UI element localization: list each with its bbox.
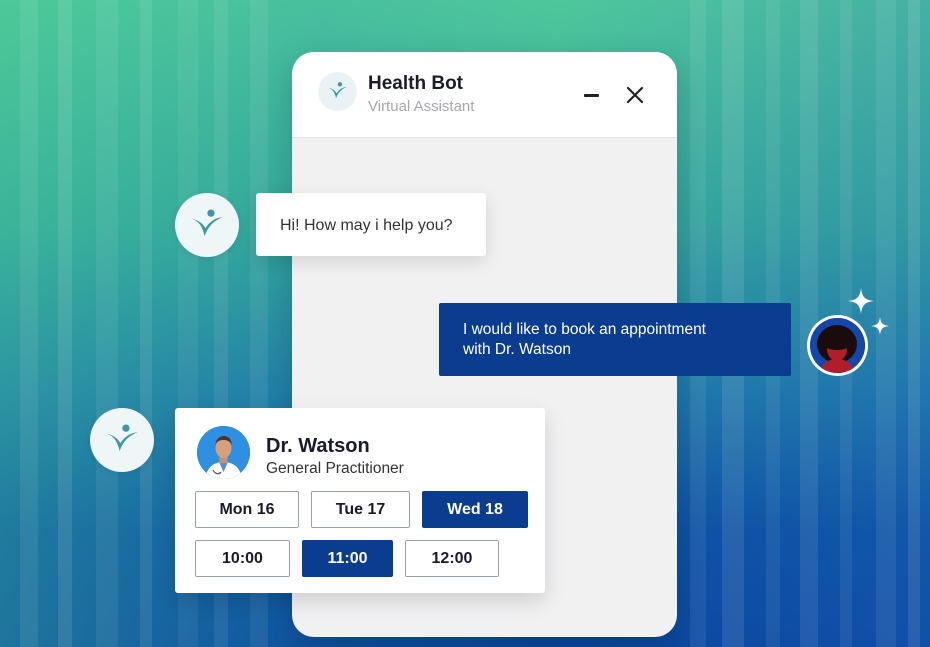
day-option-tue-17[interactable]: Tue 17	[311, 491, 410, 528]
user-message-line: I would like to book an appointment	[463, 321, 706, 338]
header-title: Health Bot	[368, 73, 463, 94]
bot-logo-icon	[318, 72, 357, 111]
doctor-photo	[197, 426, 250, 479]
day-option-wed-18[interactable]: Wed 18	[422, 491, 528, 528]
doctor-name: Dr. Watson	[266, 435, 370, 457]
sparkle-icon	[848, 288, 874, 314]
doctor-role: General Practitioner	[266, 460, 404, 477]
time-option-10-00[interactable]: 10:00	[195, 540, 290, 577]
day-option-mon-16[interactable]: Mon 16	[195, 491, 299, 528]
time-option-11-00[interactable]: 11:00	[302, 540, 393, 577]
close-icon[interactable]	[625, 85, 645, 105]
chat-header: Health Bot Virtual Assistant	[292, 52, 677, 138]
bot-avatar-icon	[175, 193, 239, 257]
sparkle-icon	[871, 317, 889, 335]
user-message-line: with Dr. Watson	[463, 341, 571, 358]
bot-greeting-message: Hi! How may i help you?	[256, 193, 486, 256]
bot-avatar-icon	[90, 408, 154, 472]
header-subtitle: Virtual Assistant	[368, 98, 475, 115]
appointment-card: Dr. Watson General Practitioner Mon 16 T…	[175, 408, 545, 593]
user-avatar	[807, 315, 868, 376]
minimize-icon[interactable]	[582, 85, 602, 105]
user-message: I would like to book an appointment with…	[439, 303, 791, 376]
time-option-12-00[interactable]: 12:00	[405, 540, 499, 577]
